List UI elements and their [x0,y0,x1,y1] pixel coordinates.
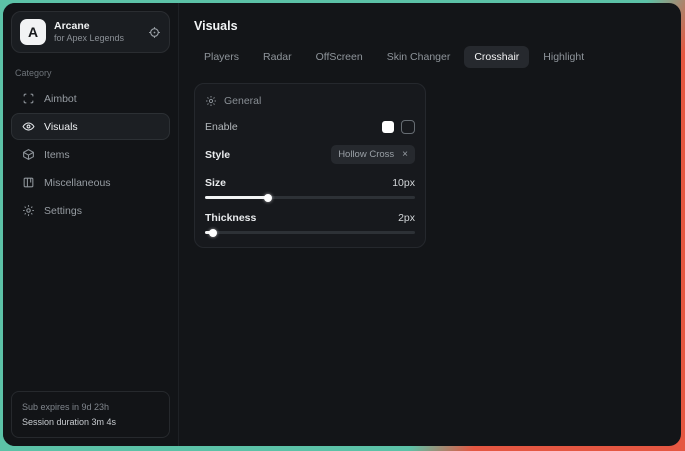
style-value: Hollow Cross [338,149,394,160]
tab-offscreen[interactable]: OffScreen [306,46,373,68]
app-logo: A [20,19,46,45]
app-window: A Arcane for Apex Legends Category [3,3,681,446]
thickness-slider[interactable] [205,231,415,234]
size-value: 10px [392,177,415,189]
thickness-slider-thumb[interactable] [209,229,217,237]
tab-radar[interactable]: Radar [253,46,302,68]
tab-skin-changer[interactable]: Skin Changer [377,46,461,68]
page-title: Visuals [194,19,665,33]
sidebar: A Arcane for Apex Legends Category [3,3,179,446]
tab-highlight[interactable]: Highlight [533,46,594,68]
app-name: Arcane [54,20,140,33]
session-duration-text: Session duration 3m 4s [22,415,159,429]
target-icon[interactable] [148,26,161,39]
sidebar-item-aimbot[interactable]: Aimbot [11,85,170,112]
thickness-value: 2px [398,212,415,224]
eye-icon [22,120,35,133]
category-label: Category [15,68,166,78]
style-label: Style [205,149,230,161]
gear-icon [22,204,35,217]
general-panel: General Enable Style Hollow Cross × Size… [194,83,426,248]
sub-expires-text: Sub expires in 9d 23h [22,400,159,414]
size-slider-thumb[interactable] [264,194,272,202]
sidebar-item-miscellaneous[interactable]: Miscellaneous [11,169,170,196]
panel-header: General [205,95,415,107]
size-row: Size 10px [205,177,415,189]
subscription-info-card: Sub expires in 9d 23h Session duration 3… [11,391,170,438]
enable-row: Enable [205,120,415,134]
thickness-row: Thickness 2px [205,212,415,224]
main-content: Visuals Players Radar OffScreen Skin Cha… [179,3,681,446]
section-title: General [224,95,261,107]
color-swatch[interactable] [382,121,394,133]
sidebar-item-label: Visuals [44,121,78,133]
enable-label: Enable [205,121,238,133]
tab-players[interactable]: Players [194,46,249,68]
brand-card: A Arcane for Apex Legends [11,11,170,53]
sidebar-item-visuals[interactable]: Visuals [11,113,170,140]
sidebar-item-label: Items [44,149,70,161]
package-icon [22,148,35,161]
size-label: Size [205,177,226,189]
tab-crosshair[interactable]: Crosshair [464,46,529,68]
sidebar-item-settings[interactable]: Settings [11,197,170,224]
columns-layout-icon [22,176,35,189]
sidebar-item-label: Miscellaneous [44,177,111,189]
style-row: Style Hollow Cross × [205,145,415,164]
app-subtitle: for Apex Legends [54,33,140,44]
sidebar-item-label: Aimbot [44,93,77,105]
style-chip[interactable]: Hollow Cross × [331,145,415,164]
tab-bar: Players Radar OffScreen Skin Changer Cro… [194,46,665,68]
thickness-label: Thickness [205,212,256,224]
size-slider[interactable] [205,196,415,199]
sidebar-item-label: Settings [44,205,82,217]
sidebar-item-items[interactable]: Items [11,141,170,168]
enable-checkbox[interactable] [401,120,415,134]
gear-icon [205,95,217,107]
scan-icon [22,92,35,105]
close-icon[interactable]: × [402,150,408,160]
